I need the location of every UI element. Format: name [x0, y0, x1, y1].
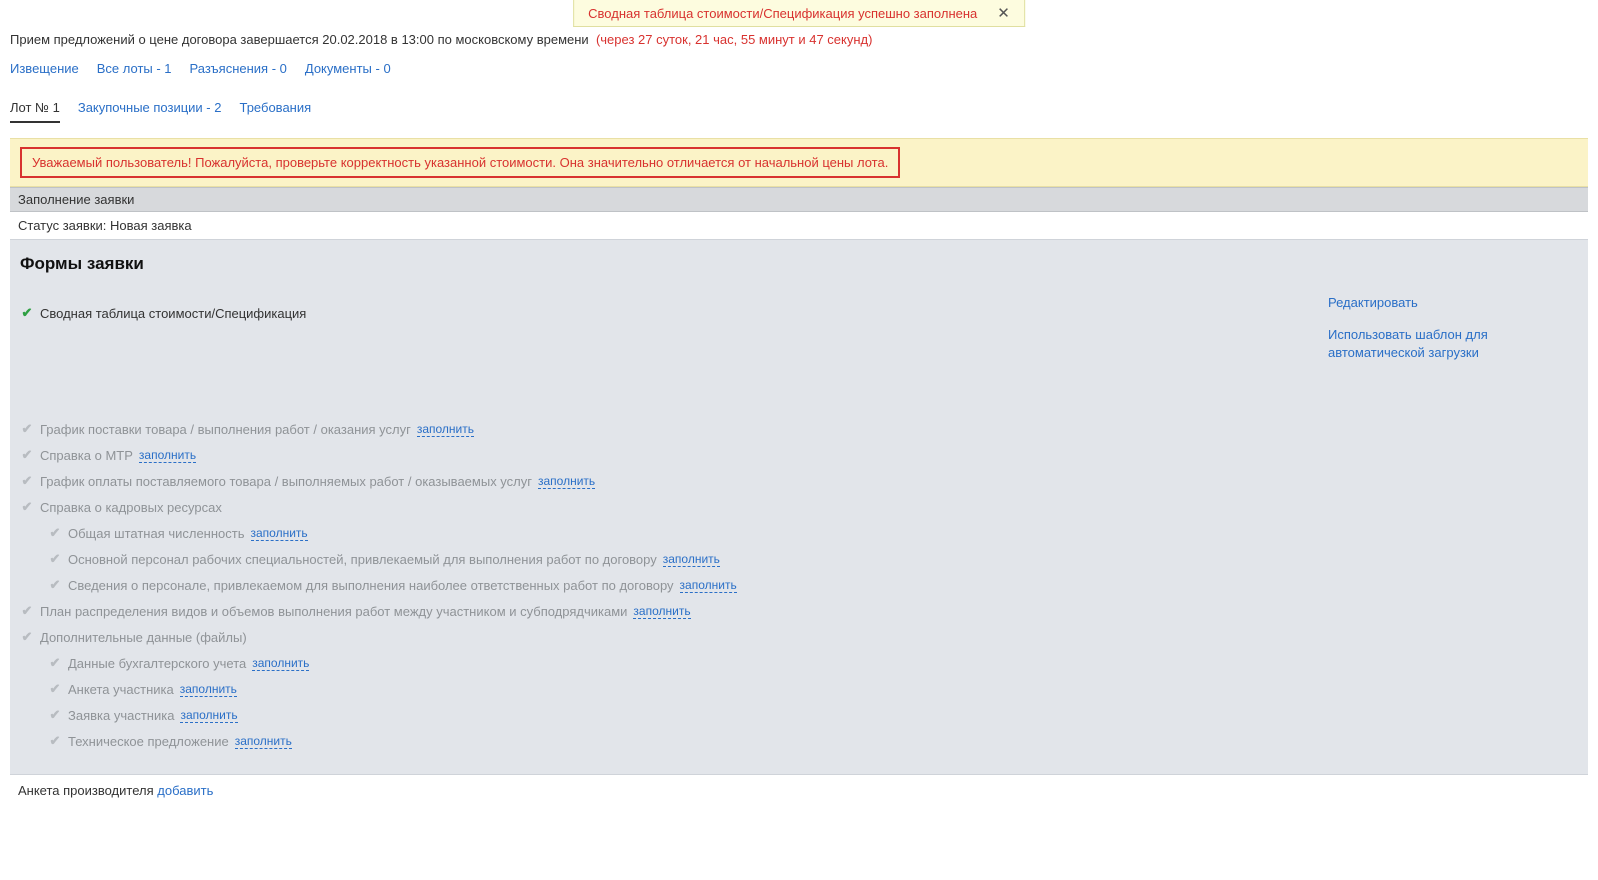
tab-positions[interactable]: Закупочные позиции - 2: [78, 100, 222, 123]
check-grey-icon: ✔: [48, 707, 62, 723]
edit-link[interactable]: Редактировать: [1328, 294, 1578, 312]
check-grey-icon: ✔: [48, 551, 62, 567]
fill-link[interactable]: заполнить: [180, 708, 237, 723]
forms-actions: Редактировать Использовать шаблон для ав…: [1318, 254, 1578, 754]
fill-link[interactable]: заполнить: [680, 578, 737, 593]
status-row: Статус заявки: Новая заявка: [10, 212, 1588, 239]
fill-link[interactable]: заполнить: [139, 448, 196, 463]
tab-lot[interactable]: Лот № 1: [10, 100, 60, 123]
form-row: ✔ Справка о МТР заполнить: [20, 442, 1318, 468]
nav-lots[interactable]: Все лоты - 1: [97, 61, 172, 76]
form-row-label: Справка о кадровых ресурсах: [40, 500, 222, 515]
form-row: ✔ Сводная таблица стоимости/Спецификация: [20, 300, 1318, 326]
check-grey-icon: ✔: [20, 447, 34, 463]
fill-link[interactable]: заполнить: [251, 526, 308, 541]
close-icon[interactable]: ✕: [997, 4, 1010, 22]
form-row-label: График оплаты поставляемого товара / вып…: [40, 474, 532, 489]
form-row: ✔ Сведения о персонале, привлекаемом для …: [20, 572, 1318, 598]
deadline-row: Прием предложений о цене договора заверш…: [10, 32, 1588, 47]
form-row-label: План распределения видов и объемов выпол…: [40, 604, 627, 619]
fill-link[interactable]: заполнить: [417, 422, 474, 437]
forms-list: ✔Сводная таблица стоимости/Спецификация✔…: [20, 300, 1318, 754]
section-fill-header: Заполнение заявки: [10, 187, 1588, 212]
form-row-label: Анкета участника: [68, 682, 174, 697]
check-grey-icon: ✔: [20, 473, 34, 489]
forms-title: Формы заявки: [20, 254, 1318, 274]
producer-label: Анкета производителя: [18, 783, 154, 798]
check-grey-icon: ✔: [20, 499, 34, 515]
form-row-label: Сводная таблица стоимости/Спецификация: [40, 306, 306, 321]
form-row-label: Техническое предложение: [68, 734, 229, 749]
deadline-remaining: (через 27 суток, 21 час, 55 минут и 47 с…: [596, 32, 873, 47]
success-toast: Сводная таблица стоимости/Спецификация у…: [573, 0, 1025, 27]
form-row-label: Общая штатная численность: [68, 526, 245, 541]
form-row: ✔ Техническое предложение заполнить: [20, 728, 1318, 754]
form-row-label: Справка о МТР: [40, 448, 133, 463]
tab-requirements[interactable]: Требования: [239, 100, 311, 123]
secondary-nav: Лот № 1 Закупочные позиции - 2 Требовани…: [10, 100, 1588, 124]
form-row: ✔ Общая штатная численность заполнить: [20, 520, 1318, 546]
form-row: ✔ Основной персонал рабочих специальносте…: [20, 546, 1318, 572]
template-link[interactable]: Использовать шаблон для автоматической з…: [1328, 326, 1578, 362]
nav-notice[interactable]: Извещение: [10, 61, 79, 76]
check-grey-icon: ✔: [48, 681, 62, 697]
form-row-label: Сведения о персонале, привлекаемом для в…: [68, 578, 674, 593]
producer-row: Анкета производителя добавить: [10, 775, 1588, 806]
check-grey-icon: ✔: [48, 525, 62, 541]
warning-message: Уважаемый пользователь! Пожалуйста, пров…: [20, 147, 900, 178]
form-row-label: Основной персонал рабочих специальностей…: [68, 552, 657, 567]
fill-link[interactable]: заполнить: [252, 656, 309, 671]
producer-add-link[interactable]: добавить: [157, 783, 213, 798]
form-row-label: Заявка участника: [68, 708, 174, 723]
nav-documents[interactable]: Документы - 0: [305, 61, 391, 76]
fill-link[interactable]: заполнить: [633, 604, 690, 619]
form-row: ✔ План распределения видов и объемов выпо…: [20, 598, 1318, 624]
form-row: ✔ Справка о кадровых ресурсах: [20, 494, 1318, 520]
toast-text: Сводная таблица стоимости/Спецификация у…: [588, 6, 977, 21]
fill-link[interactable]: заполнить: [180, 682, 237, 697]
fill-link[interactable]: заполнить: [235, 734, 292, 749]
fill-link[interactable]: заполнить: [538, 474, 595, 489]
form-row: ✔ График поставки товара / выполнения раб…: [20, 416, 1318, 442]
form-row: ✔ Данные бухгалтерского учета заполнить: [20, 650, 1318, 676]
nav-clarifications[interactable]: Разъяснения - 0: [190, 61, 287, 76]
warning-band: Уважаемый пользователь! Пожалуйста, пров…: [10, 138, 1588, 187]
form-row-label: График поставки товара / выполнения рабо…: [40, 422, 411, 437]
check-grey-icon: ✔: [20, 603, 34, 619]
primary-nav: Извещение Все лоты - 1 Разъяснения - 0 Д…: [10, 61, 1588, 76]
form-row: ✔ График оплаты поставляемого товара / вы…: [20, 468, 1318, 494]
check-grey-icon: ✔: [48, 733, 62, 749]
check-grey-icon: ✔: [48, 655, 62, 671]
form-row-label: Дополнительные данные (файлы): [40, 630, 247, 645]
check-grey-icon: ✔: [20, 629, 34, 645]
check-grey-icon: ✔: [48, 577, 62, 593]
check-grey-icon: ✔: [20, 421, 34, 437]
deadline-text: Прием предложений о цене договора заверш…: [10, 32, 589, 47]
check-icon: ✔: [20, 305, 34, 321]
form-row-label: Данные бухгалтерского учета: [68, 656, 246, 671]
forms-panel: Формы заявки ✔ Сводная таблица стоимости/…: [10, 239, 1588, 775]
form-row: ✔ Заявка участника заполнить: [20, 702, 1318, 728]
form-row: ✔ Дополнительные данные (файлы): [20, 624, 1318, 650]
fill-link[interactable]: заполнить: [663, 552, 720, 567]
form-row: ✔ Анкета участника заполнить: [20, 676, 1318, 702]
